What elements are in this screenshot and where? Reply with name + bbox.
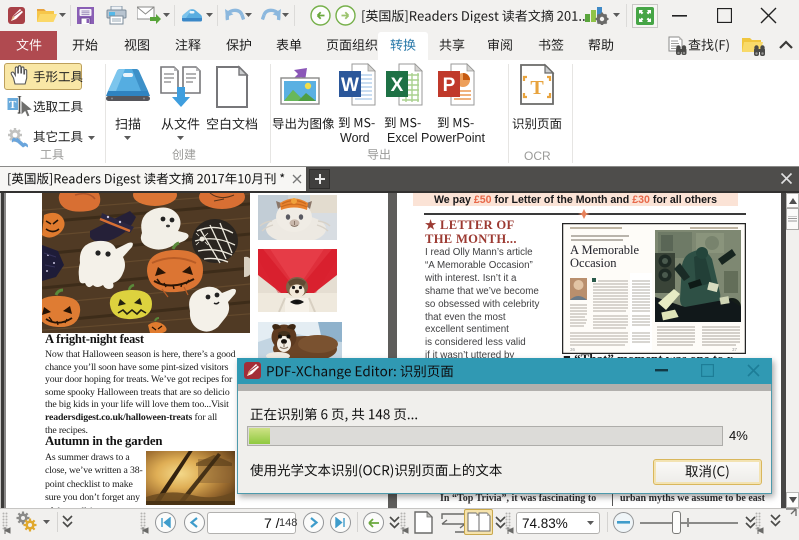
svg-text:Occasion: Occasion bbox=[570, 256, 617, 270]
svg-text:A Memorable: A Memorable bbox=[570, 243, 640, 257]
svg-text:X: X bbox=[391, 75, 404, 96]
svg-text:T: T bbox=[530, 77, 544, 99]
svg-text:W: W bbox=[341, 75, 359, 96]
svg-text:P: P bbox=[443, 75, 456, 96]
svg-text:T: T bbox=[9, 99, 17, 111]
